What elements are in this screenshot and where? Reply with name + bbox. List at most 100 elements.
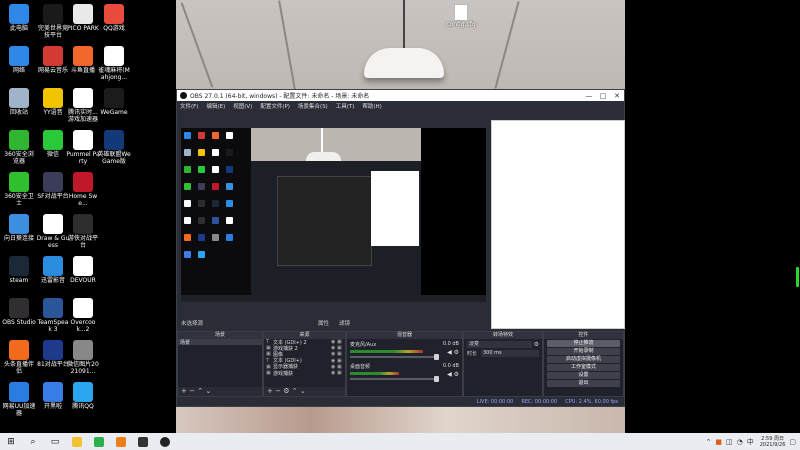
volume-slider[interactable] — [350, 376, 440, 382]
desktop-icon[interactable]: SF对战平台 — [36, 172, 70, 200]
down-icon[interactable]: ⌄ — [205, 387, 211, 395]
app-tray-icon[interactable]: ■ — [715, 438, 722, 446]
volume-icon[interactable]: ◔ — [737, 438, 743, 446]
menu-profile[interactable]: 配置文件(P) — [260, 102, 290, 110]
desktop-icon[interactable]: 迅雷影音 — [36, 256, 70, 284]
visibility-lock-icons[interactable]: ◉ ▣ — [331, 351, 345, 357]
settings-button[interactable]: 设置 — [547, 372, 620, 379]
desktop-icon[interactable]: 回收站 — [2, 88, 36, 116]
visibility-lock-icons[interactable]: ◉ ▣ — [331, 358, 345, 364]
obs-taskbar-icon[interactable] — [154, 433, 176, 450]
studio-mode-button[interactable]: 工作室模式 — [547, 364, 620, 371]
desktop-icon[interactable]: Overcook...2 — [66, 298, 100, 333]
chevron-up-icon[interactable]: ⌃ — [706, 438, 712, 446]
gear-icon[interactable]: ⚙ — [283, 387, 289, 395]
notification-icon[interactable]: ▢ — [789, 438, 796, 446]
menu-file[interactable]: 文件(F) — [180, 102, 198, 110]
desktop-icon[interactable]: 游侠对战平台 — [66, 214, 100, 249]
exit-button[interactable]: 退出 — [547, 380, 620, 387]
menu-help[interactable]: 帮助(H) — [362, 102, 381, 110]
desktop-icon[interactable]: Home Swe... — [66, 172, 100, 207]
desktop-icon[interactable]: 完美世界竞技平台 — [36, 4, 70, 39]
app-dark-icon[interactable] — [132, 433, 154, 450]
desktop-icon[interactable]: 360安全浏览器 — [2, 130, 36, 165]
app-green-icon[interactable] — [88, 433, 110, 450]
desktop-icon[interactable]: 360安全卫士 — [2, 172, 36, 207]
desktop-icon[interactable]: Pummel Party — [66, 130, 100, 165]
add-icon[interactable]: + — [267, 387, 273, 395]
desktop-icon-config[interactable]: config.cfg — [446, 4, 476, 28]
start-recording-button[interactable]: 开始录制 — [547, 348, 620, 355]
desktop-icon[interactable]: 向日葵连接 — [2, 214, 36, 242]
preview-canvas[interactable] — [181, 128, 486, 301]
maximize-button[interactable]: □ — [596, 92, 610, 100]
menu-tools[interactable]: 工具(T) — [336, 102, 355, 110]
remove-icon[interactable]: − — [275, 387, 281, 395]
visibility-lock-icons[interactable]: ◉ ▣ — [331, 370, 345, 376]
windows-icon[interactable]: ⊞ — [0, 433, 22, 450]
volume-icon[interactable]: ◀ ⚙ — [447, 371, 459, 378]
desktop-icon[interactable]: YY语音 — [36, 88, 70, 116]
filters-button[interactable]: 滤镜 — [339, 319, 350, 327]
scene-item[interactable]: 场景 — [178, 339, 262, 346]
preview-mini-icon — [212, 166, 219, 173]
desktop-icon[interactable]: 头条直播伴侣 — [2, 340, 36, 375]
desktop-icon[interactable]: PICO PARK — [66, 4, 100, 32]
file-explorer-icon[interactable] — [66, 433, 88, 450]
visibility-lock-icons[interactable]: ◉ ▣ — [331, 364, 345, 370]
desktop-icon[interactable]: TeamSpeak 3 — [36, 298, 70, 333]
desktop-icon[interactable]: DEVOUR — [66, 256, 100, 284]
minimize-button[interactable]: — — [582, 92, 596, 100]
source-item[interactable]: ▣ 游戏捕获 ◉ ▣ — [264, 370, 345, 377]
remove-icon[interactable]: − — [189, 387, 195, 395]
search-icon[interactable]: ⌕ — [22, 433, 44, 450]
task-view-icon[interactable]: ▭ — [44, 433, 66, 450]
desktop-icon[interactable]: Draw & Guess — [36, 214, 70, 249]
desktop-icon[interactable]: 此电脑 — [2, 4, 36, 32]
stop-streaming-button[interactable]: 停止推流 — [547, 340, 620, 347]
desktop-icon[interactable]: 网易云音乐 — [36, 46, 70, 74]
up-icon[interactable]: ⌃ — [197, 387, 203, 395]
up-icon[interactable]: ⌃ — [292, 387, 298, 395]
desktop-icon[interactable]: 微信 — [36, 130, 70, 158]
app-icon — [73, 382, 93, 402]
duration-input[interactable]: 300 ms — [481, 350, 539, 357]
menu-edit[interactable]: 编辑(E) — [206, 102, 225, 110]
visibility-lock-icons[interactable]: ◉ ▣ — [331, 345, 345, 351]
desktop-icon[interactable]: QQ游戏 — [97, 4, 131, 32]
menu-scene-collection[interactable]: 场景集合(S) — [298, 102, 328, 110]
app-orange-icon[interactable] — [110, 433, 132, 450]
desktop-icon[interactable]: OBS Studio — [2, 298, 36, 326]
visibility-lock-icons[interactable]: ◉ ▣ — [331, 339, 345, 345]
transition-select[interactable]: 淡变 — [467, 341, 532, 348]
volume-slider[interactable] — [350, 354, 440, 360]
desktop-icon[interactable]: 雀魂麻将(Mahjong... — [97, 46, 131, 81]
add-icon[interactable]: + — [181, 387, 187, 395]
projector-window[interactable] — [491, 120, 625, 329]
desktop-icon[interactable]: 网络 — [2, 46, 36, 74]
start-virtual-camera-button[interactable]: 启动虚拟摄像机 — [547, 356, 620, 363]
desktop-icon[interactable]: 英雄联盟WeGame版 — [97, 130, 131, 165]
menu-view[interactable]: 视图(V) — [233, 102, 252, 110]
desktop-icon[interactable]: steam — [2, 256, 36, 284]
desktop-icon[interactable]: 微信图片2021091... — [66, 340, 100, 375]
network-icon[interactable]: ◫ — [726, 438, 733, 446]
desktop-icon[interactable]: 开黑啦 — [36, 382, 70, 410]
ime-icon[interactable]: 中 — [747, 437, 754, 447]
obs-titlebar[interactable]: OBS 27.0.1 (64-bit, windows) - 配置文件: 未命名… — [177, 90, 624, 101]
scrollbar-thumb[interactable] — [796, 267, 799, 287]
properties-button[interactable]: 属性 — [318, 319, 329, 327]
desktop-icon[interactable]: 腾讯实时...游戏加速器 — [66, 88, 100, 123]
file-icon — [454, 4, 468, 21]
desktop-icon[interactable]: WeGame — [97, 88, 131, 116]
desktop-icon[interactable]: 腾讯QQ — [66, 382, 100, 410]
desktop-icon[interactable]: 网易UU加速器 — [2, 382, 36, 417]
desktop-icon[interactable]: 斗鱼直播 — [66, 46, 100, 74]
down-icon[interactable]: ⌄ — [300, 387, 306, 395]
desktop-icon[interactable]: 81对战平台 — [36, 340, 70, 368]
volume-icon[interactable]: ◀ ⚙ — [447, 349, 459, 356]
preview-mini-icon — [184, 166, 191, 173]
gear-icon[interactable]: ⚙ — [534, 341, 539, 348]
clock[interactable]: 2:59 周日 2021/9/26 — [760, 436, 786, 448]
close-button[interactable]: ✕ — [610, 92, 624, 100]
